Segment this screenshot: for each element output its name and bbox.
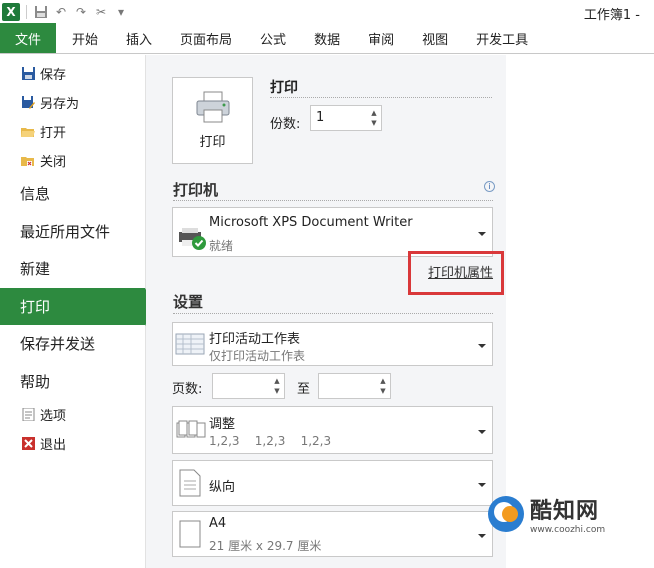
printer-name: Microsoft XPS Document Writer — [209, 215, 413, 230]
page-to-stepper[interactable]: ▲ ▼ — [318, 373, 391, 399]
printer-properties-link[interactable]: 打印机属性 — [428, 262, 493, 281]
chevron-down-icon — [478, 534, 486, 538]
to-label: 至 — [297, 382, 311, 397]
nav-open[interactable]: 打开 — [0, 117, 145, 146]
printer-device-icon — [177, 226, 207, 254]
chevron-down-icon — [478, 344, 486, 348]
info-icon[interactable]: i — [484, 181, 495, 192]
orientation-dropdown[interactable]: 纵向 — [172, 460, 493, 506]
nav-recent[interactable]: 最近所用文件 — [0, 213, 145, 251]
sheet-icon — [175, 333, 205, 359]
printer-icon — [195, 91, 231, 127]
nav-save-label: 保存 — [40, 68, 67, 83]
exit-icon — [20, 436, 36, 452]
paper-size-dropdown[interactable]: A4 21 厘米 x 29.7 厘米 — [172, 511, 493, 557]
tab-review[interactable]: 审阅 — [354, 23, 408, 53]
nav-options-label: 选项 — [40, 409, 67, 424]
print-button[interactable]: 打印 — [172, 77, 253, 164]
stepper-arrows-icon[interactable]: ▲ ▼ — [378, 376, 388, 396]
nav-save-as-label: 另存为 — [40, 97, 80, 112]
copies-value: 1 — [316, 110, 325, 125]
nav-save[interactable]: 保存 — [0, 59, 145, 88]
stepper-arrows-icon[interactable]: ▲ ▼ — [369, 108, 379, 128]
chevron-down-icon — [478, 430, 486, 434]
window-title: 工作簿1 - — [583, 8, 640, 23]
collate-description: 1,2,3 1,2,3 1,2,3 — [209, 434, 332, 448]
divider — [173, 313, 493, 314]
tab-page-layout[interactable]: 页面布局 — [166, 23, 246, 53]
tab-developer[interactable]: 开发工具 — [462, 23, 542, 53]
toolbar-separator — [26, 5, 27, 19]
stepper-arrows-icon[interactable]: ▲ ▼ — [272, 376, 282, 396]
nav-exit[interactable]: 退出 — [0, 429, 145, 458]
watermark-title: 酷知网 — [530, 499, 600, 524]
tools-icon[interactable]: ✂ — [93, 4, 109, 20]
undo-icon[interactable]: ↶ — [53, 4, 69, 20]
divider — [270, 97, 492, 98]
chevron-down-icon — [478, 483, 486, 487]
backstage-nav: 保存 另存为 打开 关闭 信息 最近所用文件 新建 打印 保存并发送 帮助 选项… — [0, 55, 155, 568]
nav-new[interactable]: 新建 — [0, 250, 145, 288]
nav-save-as[interactable]: 另存为 — [0, 88, 145, 117]
save-as-icon — [20, 95, 36, 111]
printer-dropdown[interactable]: Microsoft XPS Document Writer 就绪 — [172, 207, 493, 257]
nav-save-send[interactable]: 保存并发送 — [0, 325, 145, 363]
tab-home[interactable]: 开始 — [58, 23, 112, 53]
title-bar: X ↶ ↷ ✂ ▾ 工作簿1 - — [0, 0, 654, 24]
copies-label: 份数: — [270, 117, 301, 132]
tab-data[interactable]: 数据 — [300, 23, 354, 53]
tab-file[interactable]: 文件 — [0, 23, 56, 53]
print-button-label: 打印 — [199, 135, 226, 150]
close-folder-icon — [20, 153, 36, 169]
divider — [173, 200, 493, 201]
nav-print[interactable]: 打印 — [0, 287, 155, 325]
customize-toolbar-icon[interactable]: ▾ — [113, 4, 129, 20]
print-panel: 打印 打印 份数: 1 ▲ ▼ 打印机 i Microsoft XPS Docum… — [146, 55, 506, 568]
print-scope-description: 仅打印活动工作表 — [209, 349, 306, 363]
options-icon — [20, 407, 36, 423]
copies-stepper[interactable]: 1 ▲ ▼ — [310, 105, 382, 131]
orientation-value: 纵向 — [209, 480, 236, 495]
save-icon — [20, 66, 36, 82]
pages-label: 页数: — [172, 382, 203, 397]
print-scope-dropdown[interactable]: 打印活动工作表 仅打印活动工作表 — [172, 322, 493, 366]
page-from-stepper[interactable]: ▲ ▼ — [212, 373, 285, 399]
nav-open-label: 打开 — [40, 126, 67, 141]
nav-help[interactable]: 帮助 — [0, 363, 145, 401]
chevron-down-icon — [478, 232, 486, 236]
collate-icon — [176, 419, 206, 445]
watermark: 酷知网 www.coozhi.com — [488, 490, 654, 538]
save-icon[interactable] — [33, 4, 49, 20]
coozhi-logo-icon — [488, 496, 524, 532]
tab-view[interactable]: 视图 — [408, 23, 462, 53]
nav-close-label: 关闭 — [40, 155, 67, 170]
printer-status: 就绪 — [209, 239, 234, 253]
watermark-url: www.coozhi.com — [530, 525, 606, 535]
printer-section-title: 打印机 — [173, 181, 219, 199]
excel-logo-icon[interactable]: X — [2, 3, 20, 21]
paper-icon — [179, 520, 201, 552]
tab-insert[interactable]: 插入 — [112, 23, 166, 53]
redo-icon[interactable]: ↷ — [73, 4, 89, 20]
nav-info[interactable]: 信息 — [0, 175, 145, 213]
ribbon-tabs: 文件 开始 插入 页面布局 公式 数据 审阅 视图 开发工具 — [0, 23, 654, 54]
nav-exit-label: 退出 — [40, 438, 67, 453]
tab-formulas[interactable]: 公式 — [246, 23, 300, 53]
settings-section-title: 设置 — [173, 293, 204, 311]
portrait-page-icon — [179, 469, 201, 501]
collate-value: 调整 — [209, 417, 236, 432]
open-folder-icon — [20, 124, 36, 140]
nav-options[interactable]: 选项 — [0, 400, 145, 429]
quick-access-toolbar: X ↶ ↷ ✂ ▾ — [0, 3, 129, 21]
paper-size-value: A4 — [209, 516, 227, 531]
print-scope-value: 打印活动工作表 — [209, 332, 301, 347]
collate-dropdown[interactable]: 调整 1,2,3 1,2,3 1,2,3 — [172, 406, 493, 454]
paper-size-dimensions: 21 厘米 x 29.7 厘米 — [209, 539, 322, 553]
nav-close[interactable]: 关闭 — [0, 146, 145, 175]
print-heading: 打印 — [270, 80, 298, 96]
